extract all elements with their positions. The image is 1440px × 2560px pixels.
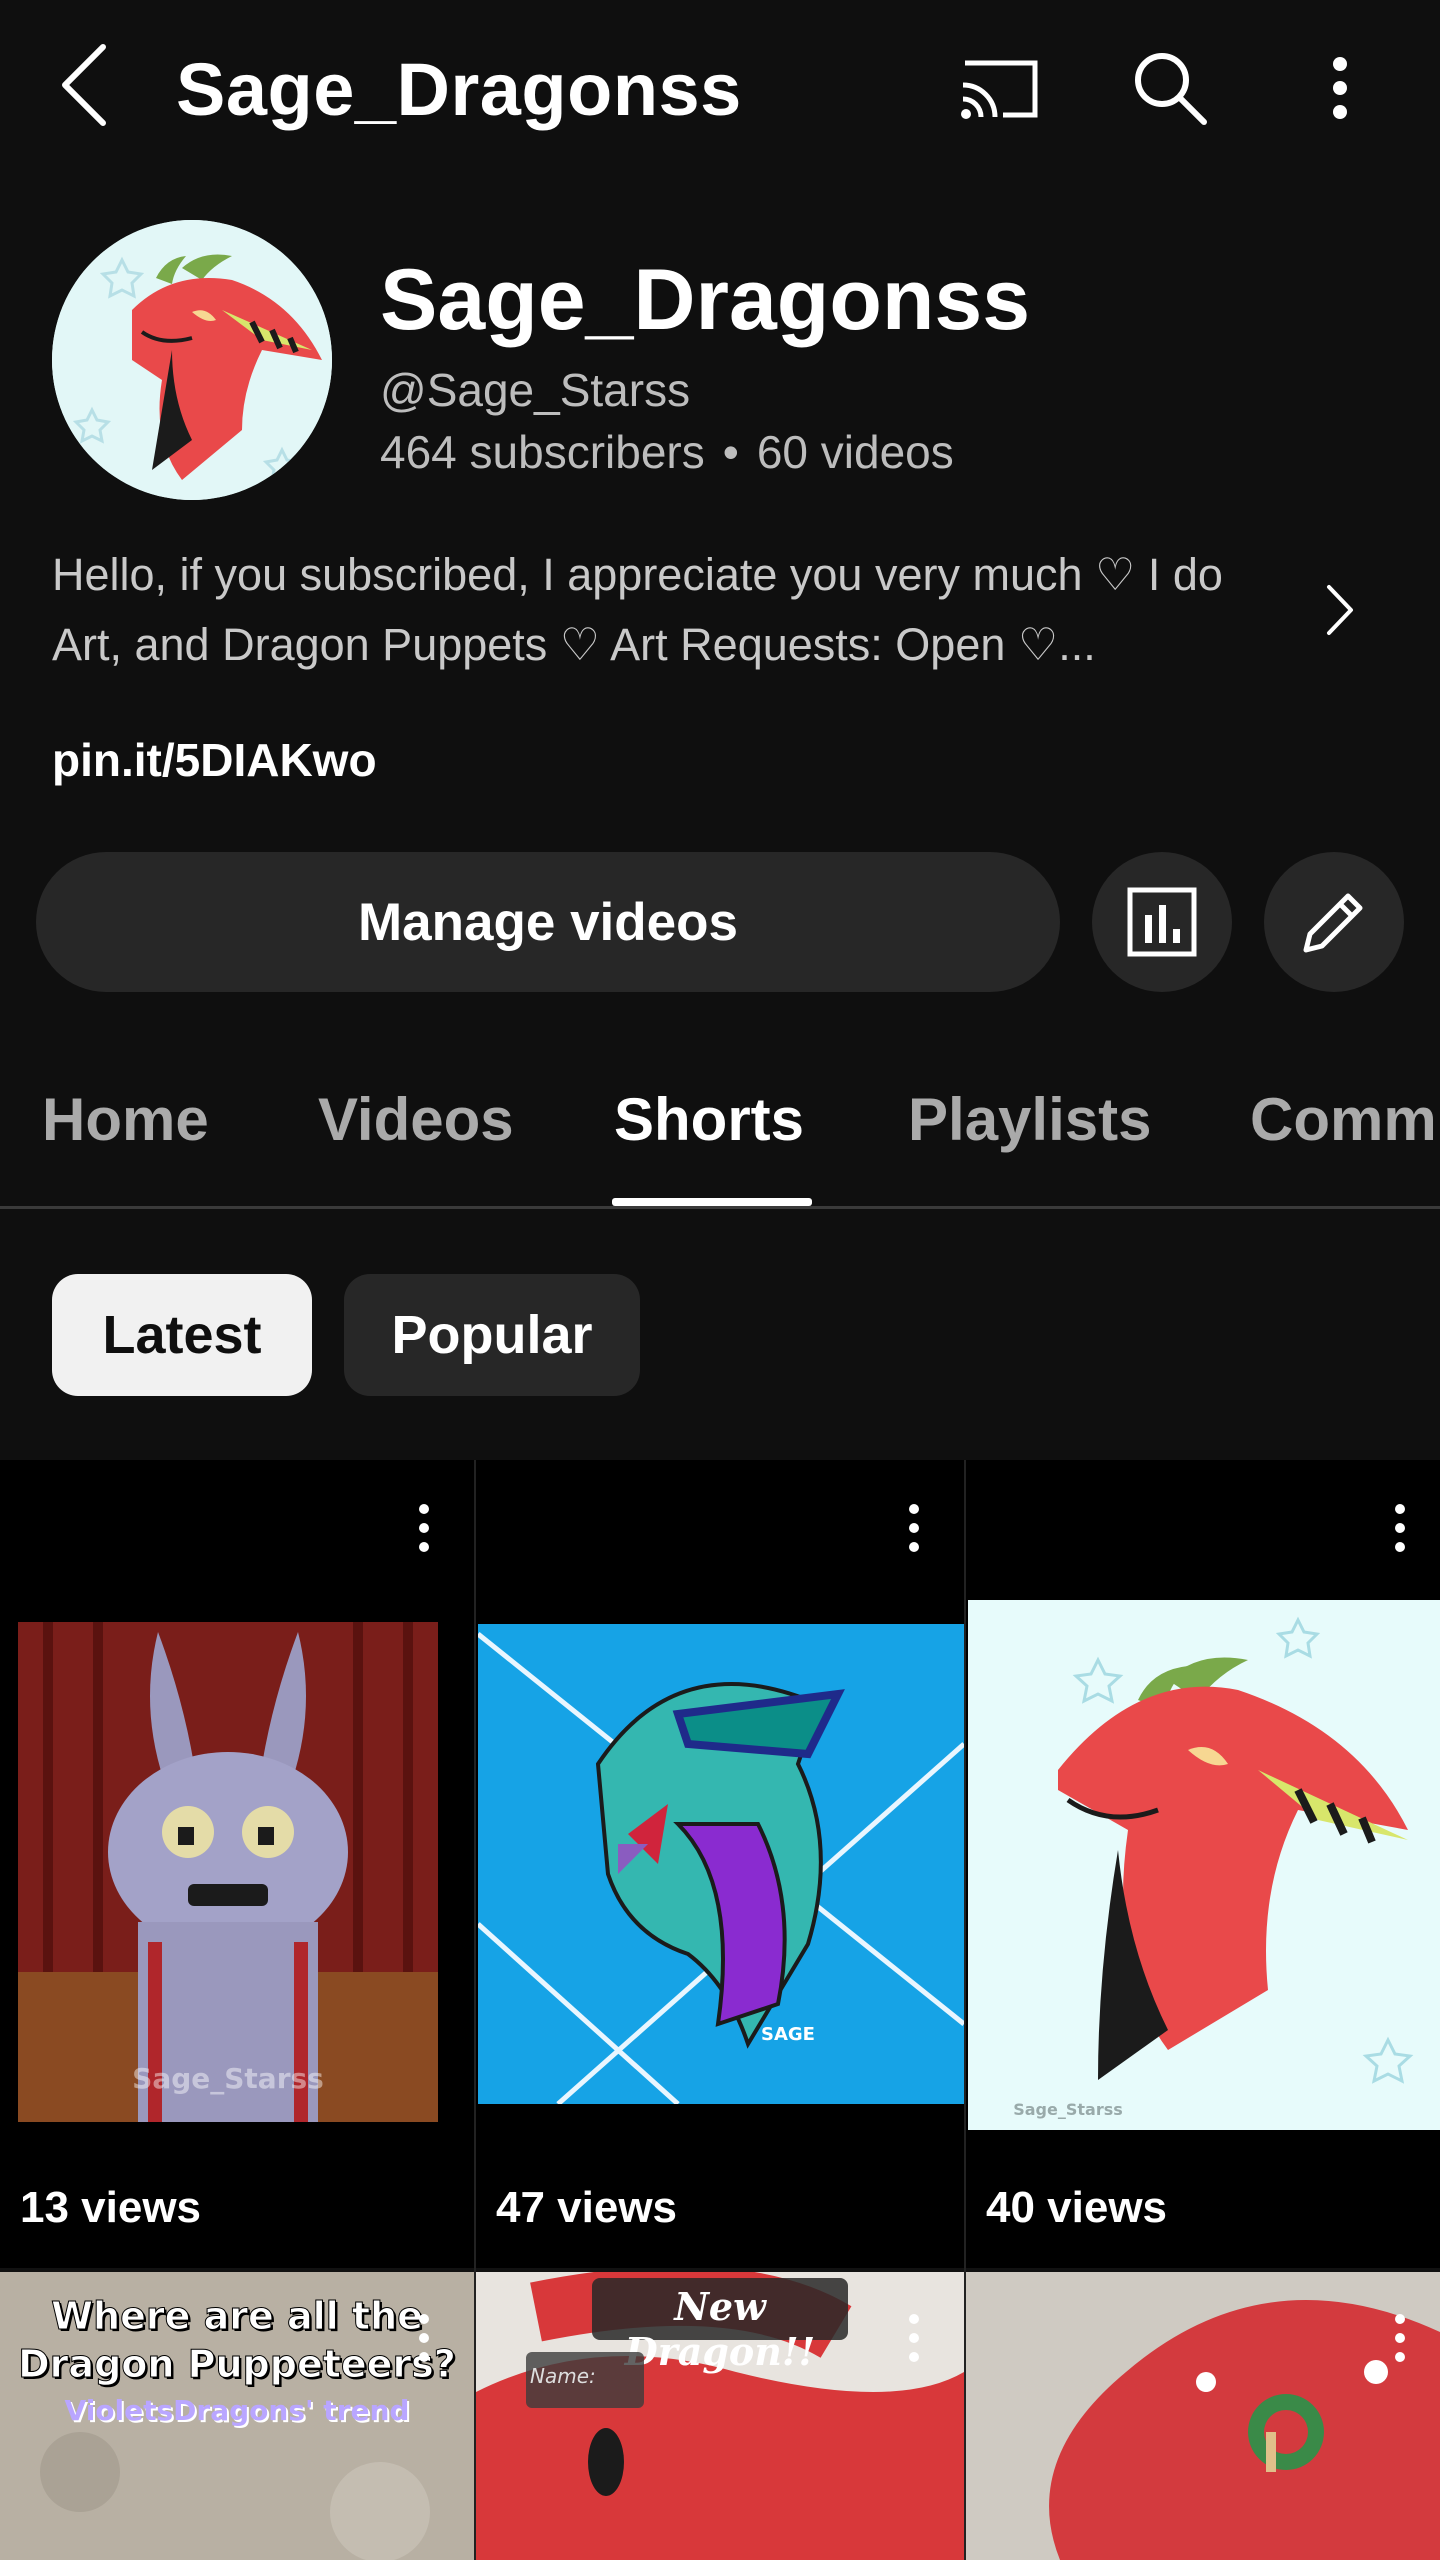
channel-avatar[interactable] [52, 220, 332, 500]
channel-name: Sage_Dragonss [380, 252, 1031, 348]
back-button[interactable] [44, 40, 124, 130]
short-label: Name: [530, 2364, 596, 2388]
edit-channel-button[interactable] [1264, 852, 1404, 992]
short-thumbnail: Sage_Starss [18, 1622, 438, 2122]
view-count: 40 views [986, 2183, 1168, 2232]
tab-playlists[interactable]: Playlists [908, 1080, 1152, 1160]
more-vert-icon [1395, 1504, 1405, 1552]
short-menu-button[interactable] [1370, 2298, 1430, 2378]
short-item[interactable]: SAGE 47 views [476, 1460, 964, 2270]
more-vert-icon [1333, 57, 1347, 119]
subscriber-count: 464 subscribers [380, 426, 705, 478]
shorts-grid: Sage_Starss 13 views SAGE 47 views Sage_… [0, 1460, 1440, 2560]
dragon-avatar-image [52, 220, 332, 500]
stats-separator: • [722, 426, 739, 478]
manage-videos-button[interactable]: Manage videos [36, 852, 1060, 992]
column-divider [964, 1460, 966, 2560]
more-vert-icon [909, 2314, 919, 2362]
short-item[interactable]: Sage_Starss 40 views [966, 1460, 1440, 2270]
short-thumbnail: SAGE [478, 1624, 964, 2104]
short-menu-button[interactable] [394, 1488, 454, 1568]
more-vert-icon [419, 1504, 429, 1552]
channel-link[interactable]: pin.it/5DIAKwo [52, 730, 377, 790]
watermark: Sage_Starss [132, 2062, 324, 2095]
analytics-icon [1127, 887, 1197, 957]
search-button[interactable] [1120, 40, 1220, 136]
tabs-divider [0, 1206, 1440, 1209]
more-options-button[interactable] [1290, 40, 1390, 136]
tab-home[interactable]: Home [42, 1080, 209, 1160]
chip-latest[interactable]: Latest [52, 1274, 312, 1396]
more-vert-icon [909, 1504, 919, 1552]
column-divider [474, 1460, 476, 2560]
active-tab-indicator [612, 1198, 812, 1206]
channel-tabs: Home Videos Shorts Playlists Comm [0, 1040, 1440, 1210]
watermark: Sage_Starss [1013, 2100, 1123, 2119]
cast-button[interactable] [950, 40, 1050, 136]
chip-popular[interactable]: Popular [344, 1274, 640, 1396]
short-menu-button[interactable] [394, 2298, 454, 2378]
tab-community[interactable]: Comm [1250, 1080, 1437, 1160]
analytics-button[interactable] [1092, 852, 1232, 992]
short-item[interactable] [966, 2272, 1440, 2560]
back-arrow-icon [62, 44, 106, 126]
short-menu-button[interactable] [884, 2298, 944, 2378]
more-vert-icon [1395, 2314, 1405, 2362]
short-item[interactable]: New Dragon!! Name: [476, 2272, 964, 2560]
channel-stats: 464 subscribers • 60 videos [380, 422, 954, 482]
search-icon [1135, 53, 1207, 125]
short-menu-button[interactable] [1370, 1488, 1430, 1568]
chevron-right-icon [1327, 585, 1353, 635]
short-thumbnail: Sage_Starss [968, 1600, 1440, 2130]
tab-shorts[interactable]: Shorts [614, 1080, 804, 1160]
pencil-icon [1303, 893, 1363, 953]
channel-handle: @Sage_Starss [380, 364, 691, 416]
view-count: 13 views [20, 2183, 202, 2232]
short-item[interactable]: Sage_Starss 13 views [0, 1460, 474, 2270]
short-menu-button[interactable] [884, 1488, 944, 1568]
tab-videos[interactable]: Videos [318, 1080, 514, 1160]
short-thumbnail [966, 2272, 1440, 2560]
header-title: Sage_Dragonss [176, 48, 742, 131]
watermark: SAGE [761, 2024, 815, 2045]
short-caption: VioletsDragons' trend [64, 2394, 410, 2427]
more-vert-icon [419, 2314, 429, 2362]
video-count: 60 videos [756, 426, 954, 478]
cast-icon [961, 60, 1038, 119]
short-item[interactable]: Where are all the Dragon Puppeteers? Vio… [0, 2272, 474, 2560]
description-expand-button[interactable] [1300, 570, 1380, 650]
view-count: 47 views [496, 2183, 678, 2232]
channel-description[interactable]: Hello, if you subscribed, I appreciate y… [52, 540, 1282, 680]
